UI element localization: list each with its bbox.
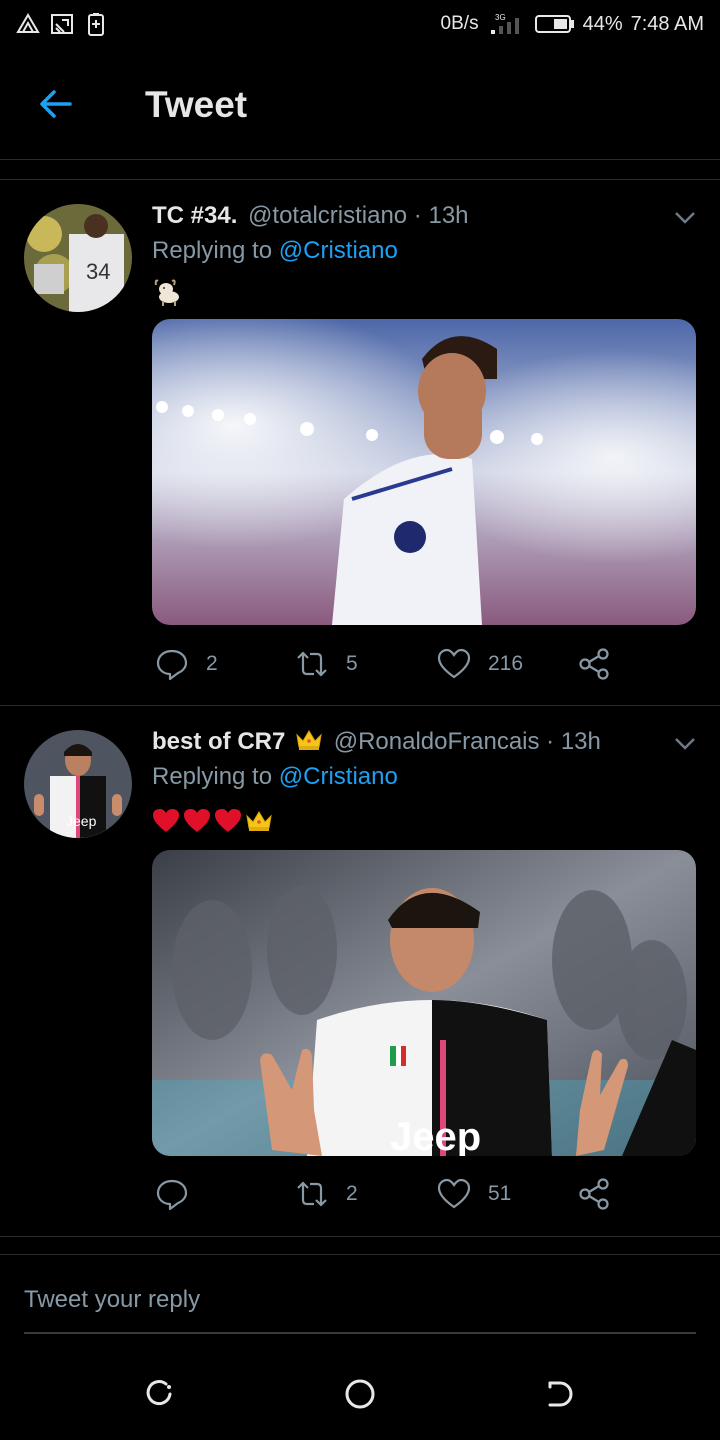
display-name[interactable]: TC #34. — [152, 202, 237, 229]
arrow-left-icon[interactable] — [36, 84, 76, 124]
handle-time: @RonaldoFrancais · 13h — [333, 728, 601, 755]
tweet-photo — [152, 319, 696, 625]
battery-icon — [534, 15, 574, 33]
reply-button[interactable] — [154, 1176, 206, 1212]
tweet-card[interactable]: 34 TC #34. @totalcristiano · 13h Replyin… — [0, 180, 720, 705]
share-icon — [579, 1178, 609, 1210]
divider — [0, 1236, 720, 1237]
chevron-down-icon[interactable] — [672, 730, 698, 756]
tweet-actions: 2 51 — [152, 1176, 696, 1216]
tweet-media[interactable]: Jeep — [152, 850, 696, 1156]
heart-emoji — [184, 809, 210, 832]
divider — [0, 1254, 720, 1255]
goat-emoji — [154, 279, 179, 306]
retweet-icon — [297, 1181, 327, 1207]
tweet-text — [152, 805, 273, 837]
clock: 7:48 AM — [630, 12, 704, 35]
reply-input[interactable]: Tweet your reply — [24, 1268, 696, 1334]
tweet-header: best of CR7 @RonaldoFrancais · 13h — [152, 728, 601, 756]
tweet-media[interactable] — [152, 319, 696, 625]
avatar[interactable]: Jeep — [24, 730, 132, 838]
jersey-sponsor-text: Jeep — [390, 1115, 481, 1156]
avatar-jersey-text: Jeep — [66, 813, 97, 829]
retweet-button[interactable]: 2 — [294, 1176, 358, 1212]
recent-apps-icon[interactable] — [142, 1376, 178, 1412]
like-button[interactable]: 216 — [436, 646, 523, 682]
net-speed: 0B/s — [440, 13, 479, 34]
app-header: Tweet — [0, 50, 720, 160]
share-button[interactable] — [576, 646, 612, 682]
reply-icon — [156, 1179, 188, 1211]
tweet-card[interactable]: Jeep best of CR7 @RonaldoFrancais · 13h … — [0, 706, 720, 1236]
retweet-button[interactable]: 5 — [294, 646, 358, 682]
share-icon — [579, 648, 609, 680]
network-type: 3G — [495, 13, 506, 22]
retweet-count: 5 — [346, 652, 358, 675]
heart-icon — [437, 648, 471, 679]
cast-icon — [51, 14, 73, 34]
home-icon[interactable] — [342, 1376, 378, 1412]
status-bar: 0B/s 3G 44% 7:48 AM — [0, 0, 720, 50]
like-button[interactable]: 51 — [436, 1176, 511, 1212]
back-icon[interactable] — [542, 1376, 578, 1412]
signal-icon: 3G — [490, 13, 519, 34]
avatar-image: Jeep — [24, 730, 132, 838]
heart-emoji — [215, 809, 241, 832]
like-count: 216 — [488, 652, 524, 675]
heart-icon — [437, 1178, 471, 1209]
drive-icon — [16, 13, 40, 33]
reply-count: 2 — [206, 652, 218, 675]
avatar-image: 34 — [24, 204, 132, 312]
mention-link[interactable]: @Cristiano — [279, 237, 398, 264]
system-nav-bar — [0, 1350, 720, 1440]
reply-button[interactable]: 2 — [154, 646, 218, 682]
retweet-icon — [297, 651, 327, 677]
battery-saver-icon — [88, 13, 104, 36]
tweet-header: TC #34. @totalcristiano · 13h — [152, 202, 469, 230]
share-button[interactable] — [576, 1176, 612, 1212]
replying-prefix: Replying to — [152, 763, 273, 790]
mention-link[interactable]: @Cristiano — [279, 763, 398, 790]
reply-icon — [156, 649, 188, 681]
crown-emoji — [296, 730, 322, 750]
chevron-down-icon[interactable] — [672, 204, 698, 230]
handle-time: @totalcristiano · 13h — [248, 202, 469, 229]
reply-placeholder: Tweet your reply — [24, 1286, 201, 1313]
tweet-actions: 2 5 216 — [152, 646, 696, 686]
battery-percent: 44% — [582, 12, 623, 35]
heart-emoji — [153, 809, 179, 832]
tweet-photo: Jeep — [152, 850, 696, 1156]
svg-text:34: 34 — [86, 259, 110, 284]
retweet-count: 2 — [346, 1182, 358, 1205]
page-title: Tweet — [145, 84, 248, 125]
crown-emoji — [246, 811, 272, 831]
tweet-text — [152, 276, 182, 308]
display-name[interactable]: best of CR7 — [152, 728, 285, 755]
replying-to: Replying to @Cristiano — [152, 763, 398, 791]
replying-prefix: Replying to — [152, 237, 273, 264]
replying-to: Replying to @Cristiano — [152, 237, 398, 265]
like-count: 51 — [488, 1182, 512, 1205]
avatar[interactable]: 34 — [24, 204, 132, 312]
